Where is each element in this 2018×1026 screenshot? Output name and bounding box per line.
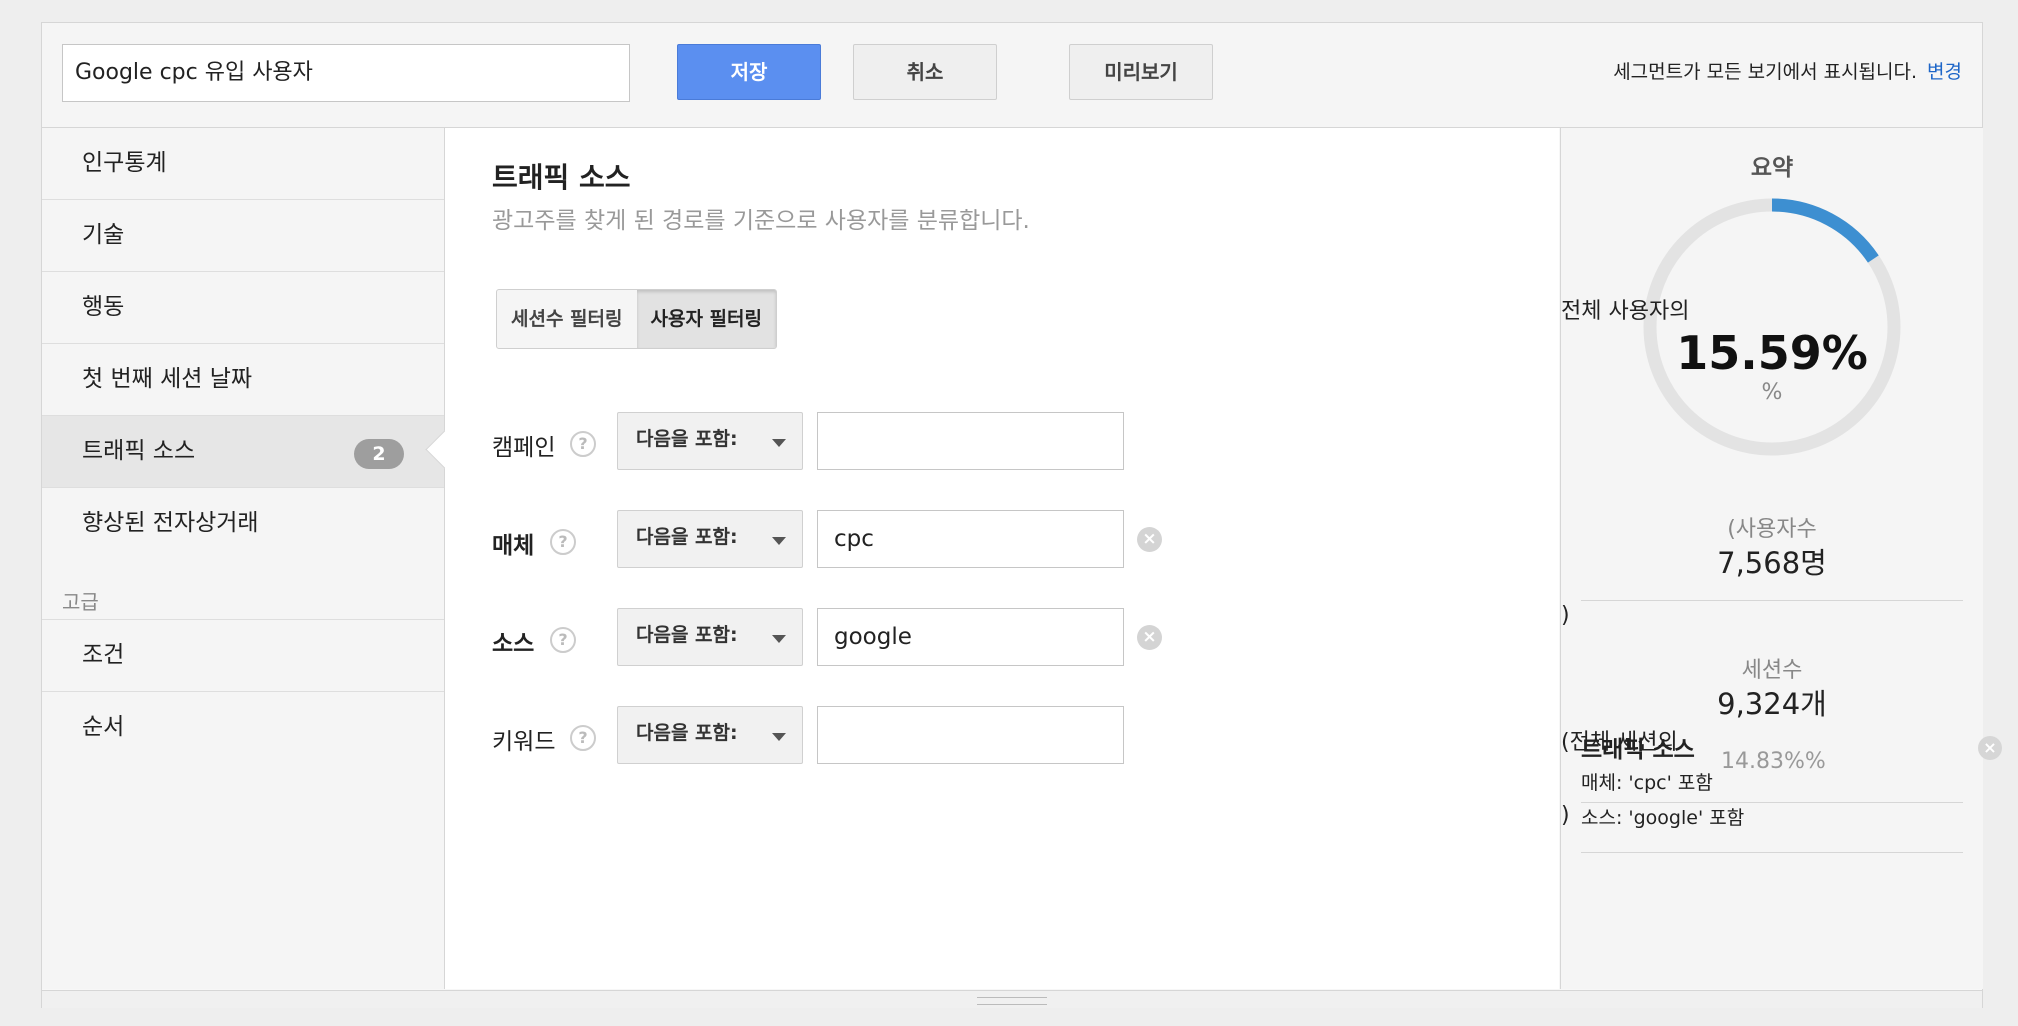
sidebar-item-technology[interactable]: 기술	[42, 200, 444, 272]
segment-name-input[interactable]: Google cpc 유입 사용자	[62, 44, 630, 102]
filter-panel: 트래픽 소스 광고주를 찾게 된 경로를 기준으로 사용자를 분류합니다. 세션…	[445, 128, 1559, 989]
help-icon[interactable]: ?	[550, 529, 576, 555]
condition-summary-line: 소스: 'google' 포함	[1581, 807, 1745, 829]
help-icon[interactable]: ?	[570, 725, 596, 751]
filter-label: 키워드	[492, 729, 556, 755]
operator-value: 다음을 포함:	[636, 526, 738, 548]
condition-count-badge: 2	[354, 439, 404, 469]
operator-value: 다음을 포함:	[636, 722, 738, 744]
segment-editor: Google cpc 유입 사용자 저장 취소 미리보기 세그먼트가 모든 보기…	[41, 22, 2002, 1008]
sidebar-item-demographics[interactable]: 인구통계	[42, 128, 444, 200]
operator-dropdown[interactable]: 다음을 포함:	[617, 510, 803, 568]
sidebar-item-label: 행동	[82, 294, 125, 320]
keyword-value-input[interactable]	[817, 706, 1124, 764]
filter-sessions-toggle[interactable]: 세션수 필터링	[497, 290, 637, 348]
sidebar-item-first-session-date[interactable]: 첫 번째 세션 날짜	[42, 344, 444, 416]
change-link[interactable]: 변경	[1927, 61, 1962, 83]
filter-row-keyword: 키워드 ? 다음을 포함:	[492, 706, 1192, 766]
visibility-notice-text: 세그먼트가 모든 보기에서 표시됩니다.	[1613, 61, 1918, 83]
sidebar-item-sequences[interactable]: 순서	[42, 692, 444, 763]
filter-users-toggle[interactable]: 사용자 필터링	[636, 290, 776, 348]
filter-scope-toggle: 세션수 필터링 사용자 필터링	[496, 289, 777, 349]
preview-button[interactable]: 미리보기	[1069, 44, 1213, 100]
sessions-percentage-value: 14.83%%	[1721, 749, 1826, 774]
sidebar-item-label: 트래픽 소스	[82, 438, 196, 464]
panel-title: 트래픽 소스	[492, 161, 631, 194]
resize-grip-icon[interactable]	[977, 997, 1047, 1005]
help-icon[interactable]: ?	[570, 431, 596, 457]
users-count-value: 7,568명	[1717, 546, 1827, 580]
clear-source-icon[interactable]: ×	[1137, 625, 1162, 650]
filter-label: 소스	[492, 631, 535, 657]
sidebar-item-traffic-sources[interactable]: 트래픽 소스 2	[42, 416, 464, 488]
condition-summary-title: 트래픽 소스	[1581, 737, 1695, 763]
sidebar-item-label: 첫 번째 세션 날짜	[82, 366, 253, 392]
sessions-percentage-paren: )	[1561, 803, 1570, 828]
sidebar-item-label: 인구통계	[82, 150, 167, 176]
campaign-value-input[interactable]	[817, 412, 1124, 470]
visibility-notice: 세그먼트가 모든 보기에서 표시됩니다. 변경	[1613, 57, 1962, 84]
divider	[1581, 852, 1963, 853]
sidebar-item-label: 순서	[82, 714, 125, 740]
remove-condition-icon[interactable]: ×	[1978, 736, 2002, 760]
users-percentage-value: 15.59%	[1676, 326, 1868, 380]
help-icon[interactable]: ?	[550, 627, 576, 653]
chevron-down-icon	[772, 439, 786, 447]
sidebar-item-behavior[interactable]: 행동	[42, 272, 444, 344]
category-sidebar: 인구통계 기술 행동 첫 번째 세션 날짜 트래픽 소스 2 향상된 전자상거래…	[42, 128, 464, 989]
filter-label: 캠페인	[492, 435, 556, 461]
operator-value: 다음을 포함:	[636, 624, 738, 646]
advanced-section-header: 고급	[42, 559, 444, 620]
users-percentage-prefix: 전체 사용자의	[1561, 299, 1690, 324]
filter-row-campaign: 캠페인 ? 다음을 포함:	[492, 412, 1192, 472]
segment-header: Google cpc 유입 사용자 저장 취소 미리보기 세그먼트가 모든 보기…	[42, 23, 1982, 128]
summary-panel: 요약 전체 사용자의 15.59% % (사용자수 7,568명 ) 세션수 9…	[1560, 128, 2002, 989]
chevron-down-icon	[772, 537, 786, 545]
operator-dropdown[interactable]: 다음을 포함:	[617, 412, 803, 470]
chevron-down-icon	[772, 733, 786, 741]
medium-value-input[interactable]: cpc	[817, 510, 1124, 568]
users-percentage-unit: %	[1761, 380, 1783, 405]
operator-value: 다음을 포함:	[636, 428, 738, 450]
sessions-count-label: 세션수	[1741, 658, 1803, 683]
users-count-paren: )	[1561, 603, 1570, 628]
clear-medium-icon[interactable]: ×	[1137, 527, 1162, 552]
condition-summary-line: 매체: 'cpc' 포함	[1581, 772, 1713, 794]
filter-row-source: 소스 ? 다음을 포함: google ×	[492, 608, 1192, 668]
cancel-button[interactable]: 취소	[853, 44, 997, 100]
sidebar-item-label: 조건	[82, 642, 125, 668]
sidebar-item-enhanced-ecommerce[interactable]: 향상된 전자상거래	[42, 488, 444, 559]
operator-dropdown[interactable]: 다음을 포함:	[617, 706, 803, 764]
save-button[interactable]: 저장	[677, 44, 821, 100]
users-count-label: (사용자수	[1727, 517, 1817, 542]
filter-label: 매체	[492, 533, 535, 559]
sessions-count-value: 9,324개	[1717, 687, 1827, 721]
source-value-input[interactable]: google	[817, 608, 1124, 666]
operator-dropdown[interactable]: 다음을 포함:	[617, 608, 803, 666]
sidebar-item-label: 향상된 전자상거래	[82, 510, 259, 536]
filter-row-medium: 매체 ? 다음을 포함: cpc ×	[492, 510, 1192, 570]
panel-description: 광고주를 찾게 된 경로를 기준으로 사용자를 분류합니다.	[492, 208, 1030, 234]
summary-title: 요약	[1750, 155, 1794, 181]
sidebar-item-label: 기술	[82, 222, 125, 248]
sidebar-item-conditions[interactable]: 조건	[42, 620, 444, 692]
chevron-down-icon	[772, 635, 786, 643]
resize-bar[interactable]	[42, 990, 1982, 1008]
divider	[1581, 600, 1963, 601]
